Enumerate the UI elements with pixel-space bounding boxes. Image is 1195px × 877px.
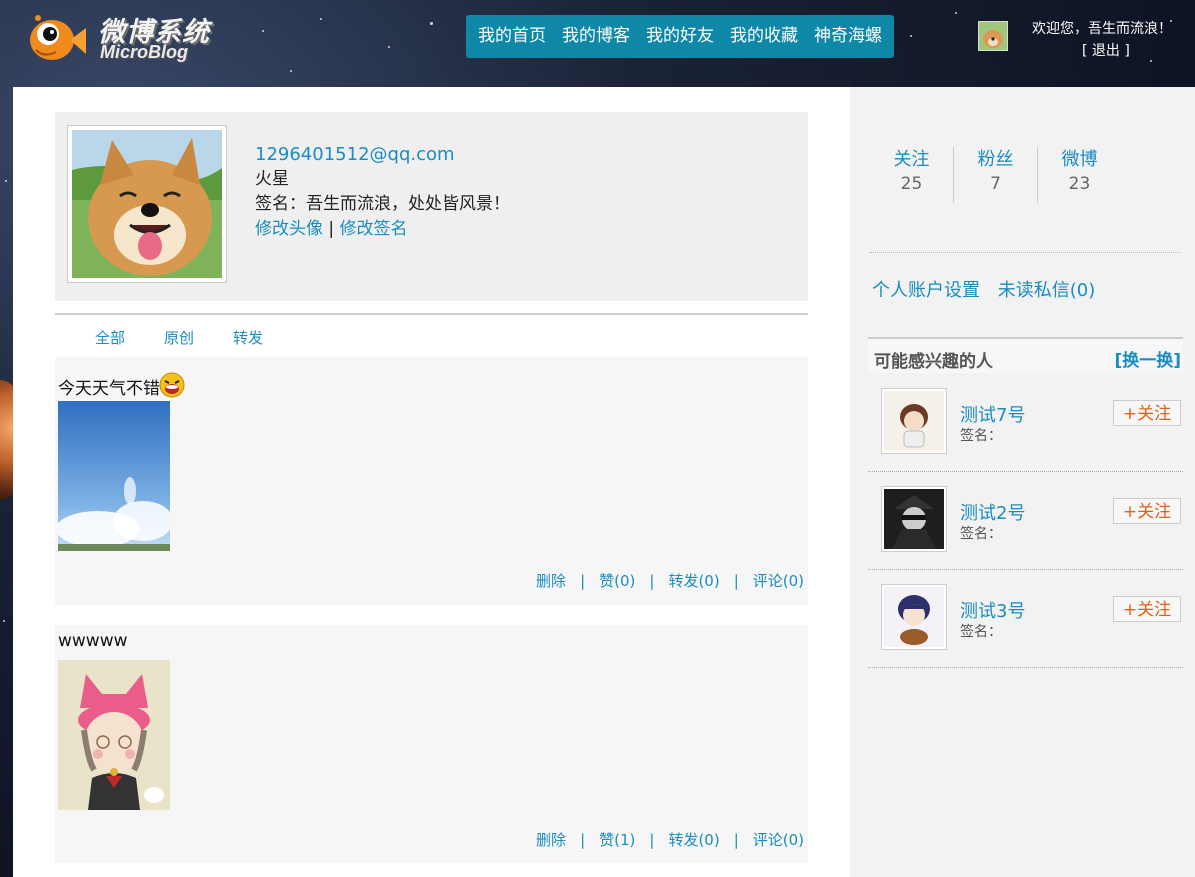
action-separator: | <box>580 831 586 849</box>
nav-my-blog[interactable]: 我的博客 <box>554 15 638 58</box>
action-separator: | <box>649 572 655 590</box>
welcome-text: 欢迎您，吾生而流浪！ <box>1032 21 1172 37</box>
nav-home[interactable]: 我的首页 <box>470 15 554 58</box>
anime-boy-avatar-icon <box>884 587 944 647</box>
post-image[interactable] <box>58 660 170 810</box>
logo-subtitle: MicroBlog <box>100 42 188 62</box>
comment-button[interactable]: 评论(0) <box>753 572 804 590</box>
unread-messages-link[interactable]: 未读私信(0) <box>998 280 1096 301</box>
follow-button[interactable]: +关注 <box>1113 400 1181 426</box>
recommend-name[interactable]: 测试2号 <box>960 499 1025 525</box>
post-item: wwwww 删除 | 赞(1) | 转发(0) | 评论(0) <box>55 625 808 863</box>
post-image[interactable] <box>58 401 170 551</box>
shiba-dog-photo <box>72 130 222 278</box>
edit-avatar-link[interactable]: 修改头像 <box>255 219 323 239</box>
profile-email: 1296401512@qq.com <box>255 144 455 165</box>
profile-avatar[interactable] <box>67 125 227 283</box>
recommend-avatar[interactable] <box>881 486 947 552</box>
user-stats: 关注 25 粉丝 7 微博 23 <box>870 147 1160 205</box>
main-nav: 我的首页 我的博客 我的好友 我的收藏 神奇海螺 <box>466 15 894 58</box>
recommend-header: 可能感兴趣的人 [换一换] <box>868 337 1183 373</box>
stat-following[interactable]: 关注 25 <box>870 147 953 205</box>
follow-button[interactable]: +关注 <box>1113 596 1181 622</box>
recommend-signature: 签名： <box>960 428 1002 444</box>
fish-logo-icon <box>30 15 86 60</box>
tab-forwarded[interactable]: 转发 <box>233 327 263 348</box>
recommend-avatar[interactable] <box>881 584 947 650</box>
forward-button[interactable]: 转发(0) <box>668 572 719 590</box>
recommend-title: 可能感兴趣的人 <box>874 352 993 372</box>
top-header: 微博系统 MicroBlog 我的首页 我的博客 我的好友 我的收藏 神奇海螺 … <box>0 0 1195 87</box>
recommend-item: 测试3号 签名： +关注 <box>868 569 1183 668</box>
main-content: 1296401512@qq.com 火星 签名：吾生而流浪，处处皆风景！ 修改头… <box>13 87 850 877</box>
comment-button[interactable]: 评论(0) <box>753 831 804 849</box>
profile-info: 1296401512@qq.com 火星 签名：吾生而流浪，处处皆风景！ 修改头… <box>255 142 510 242</box>
delete-button[interactable]: 删除 <box>536 572 566 590</box>
post-item: 今天天气不错 删除 | 赞(0) | 转发(0) | 评论(0) <box>55 357 808 605</box>
nav-favorites[interactable]: 我的收藏 <box>722 15 806 58</box>
post-filter-tabs: 全部 原创 转发 <box>55 313 808 357</box>
edit-signature-link[interactable]: 修改签名 <box>340 219 408 239</box>
recommend-signature: 签名： <box>960 624 1002 640</box>
delete-button[interactable]: 删除 <box>536 831 566 849</box>
anime-girl-photo <box>58 660 170 810</box>
account-settings-link[interactable]: 个人账户设置 <box>872 280 980 301</box>
action-separator: | <box>580 572 586 590</box>
post-actions: 删除 | 赞(1) | 转发(0) | 评论(0) <box>536 829 804 850</box>
nav-friends[interactable]: 我的好友 <box>638 15 722 58</box>
logout-link[interactable]: [ 退出 ] <box>1082 40 1130 60</box>
profile-location: 火星 <box>255 169 289 189</box>
like-button[interactable]: 赞(0) <box>599 572 635 590</box>
logo[interactable]: 微博系统 MicroBlog <box>26 6 226 66</box>
action-separator: | <box>733 831 739 849</box>
tab-original[interactable]: 原创 <box>164 327 194 348</box>
post-actions: 删除 | 赞(0) | 转发(0) | 评论(0) <box>536 570 804 591</box>
profile-signature: 签名：吾生而流浪，处处皆风景！ <box>255 194 510 214</box>
recommend-name[interactable]: 测试7号 <box>960 401 1025 427</box>
sky-photo <box>58 401 170 551</box>
recommend-item: 测试2号 签名： +关注 <box>868 471 1183 570</box>
profile-card: 1296401512@qq.com 火星 签名：吾生而流浪，处处皆风景！ 修改头… <box>55 112 808 301</box>
stat-followers[interactable]: 粉丝 7 <box>954 147 1037 205</box>
user-avatar[interactable] <box>978 21 1008 51</box>
divider <box>870 252 1180 253</box>
chibi-avatar-icon <box>884 391 944 451</box>
nav-magic-conch[interactable]: 神奇海螺 <box>806 15 890 58</box>
post-text: 今天天气不错 <box>58 371 186 399</box>
recommend-signature: 签名： <box>960 526 1002 542</box>
follow-button[interactable]: +关注 <box>1113 498 1181 524</box>
recommend-name[interactable]: 测试3号 <box>960 597 1025 623</box>
like-button[interactable]: 赞(1) <box>599 831 635 849</box>
tab-all[interactable]: 全部 <box>95 327 125 348</box>
post-text: wwwww <box>58 631 128 651</box>
dog-avatar-icon <box>979 22 1007 50</box>
sidebar: 关注 25 粉丝 7 微博 23 个人账户设置 未读私信(0) 可能感兴趣的人 … <box>850 87 1195 877</box>
action-separator: | <box>733 572 739 590</box>
account-links: 个人账户设置 未读私信(0) <box>872 276 1107 302</box>
forward-button[interactable]: 转发(0) <box>668 831 719 849</box>
recommend-item: 测试7号 签名： +关注 <box>868 373 1183 472</box>
link-separator: | <box>328 219 335 239</box>
dark-character-avatar-icon <box>884 489 944 549</box>
refresh-recommendations-button[interactable]: [换一换] <box>1114 346 1181 371</box>
action-separator: | <box>649 831 655 849</box>
recommend-avatar[interactable] <box>881 388 947 454</box>
laughing-emoji-icon <box>159 372 185 398</box>
stat-posts[interactable]: 微博 23 <box>1038 147 1121 205</box>
